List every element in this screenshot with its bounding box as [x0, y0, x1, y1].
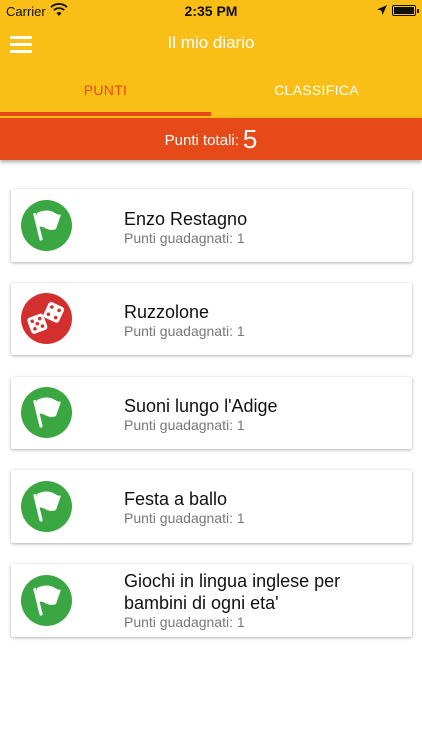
- list-item[interactable]: Suoni lungo l'Adige Punti guadagnati: 1: [11, 377, 412, 449]
- list-item[interactable]: Ruzzolone Punti guadagnati: 1: [11, 283, 412, 355]
- status-bar: Carrier 2:35 PM: [0, 0, 422, 22]
- battery-icon: [392, 5, 419, 16]
- active-tab-indicator: [0, 112, 211, 116]
- status-time: 2:35 PM: [184, 3, 238, 19]
- entry-name: Giochi in lingua inglese per bambini di …: [124, 571, 341, 613]
- list-item[interactable]: Enzo Restagno Punti guadagnati: 1: [11, 189, 412, 262]
- entry-points: Punti guadagnati: 1: [124, 510, 245, 526]
- entry-name: Enzo Restagno: [124, 209, 248, 229]
- tab-punti[interactable]: PUNTI: [0, 64, 211, 116]
- flag-icon: [21, 387, 72, 438]
- entry-name: Suoni lungo l'Adige: [124, 396, 278, 416]
- location-arrow-icon: [377, 5, 387, 15]
- entry-points: Punti guadagnati: 1: [124, 417, 245, 433]
- flag-icon: [21, 200, 72, 251]
- entry-points: Punti guadagnati: 1: [124, 230, 245, 246]
- page-title: Il mio diario: [167, 33, 255, 52]
- dice-icon: [21, 293, 72, 344]
- total-points-value: 5: [242, 124, 258, 154]
- app-header: Carrier 2:35 PM Il mio diario PUNTI CLAS…: [0, 0, 422, 118]
- entry-name: Festa a ballo: [124, 489, 228, 509]
- list-item[interactable]: Giochi in lingua inglese per bambini di …: [11, 564, 412, 637]
- flag-icon: [21, 481, 72, 532]
- list-item[interactable]: Festa a ballo Punti guadagnati: 1: [11, 470, 412, 543]
- entry-name: Ruzzolone: [124, 302, 210, 322]
- tab-classifica[interactable]: CLASSIFICA: [211, 64, 422, 116]
- total-points-bar: Punti totali: 5: [0, 118, 422, 160]
- flag-icon: [21, 575, 72, 626]
- entry-points: Punti guadagnati: 1: [124, 614, 245, 630]
- total-points-label: Punti totali:: [164, 132, 239, 149]
- entry-points: Punti guadagnati: 1: [124, 323, 245, 339]
